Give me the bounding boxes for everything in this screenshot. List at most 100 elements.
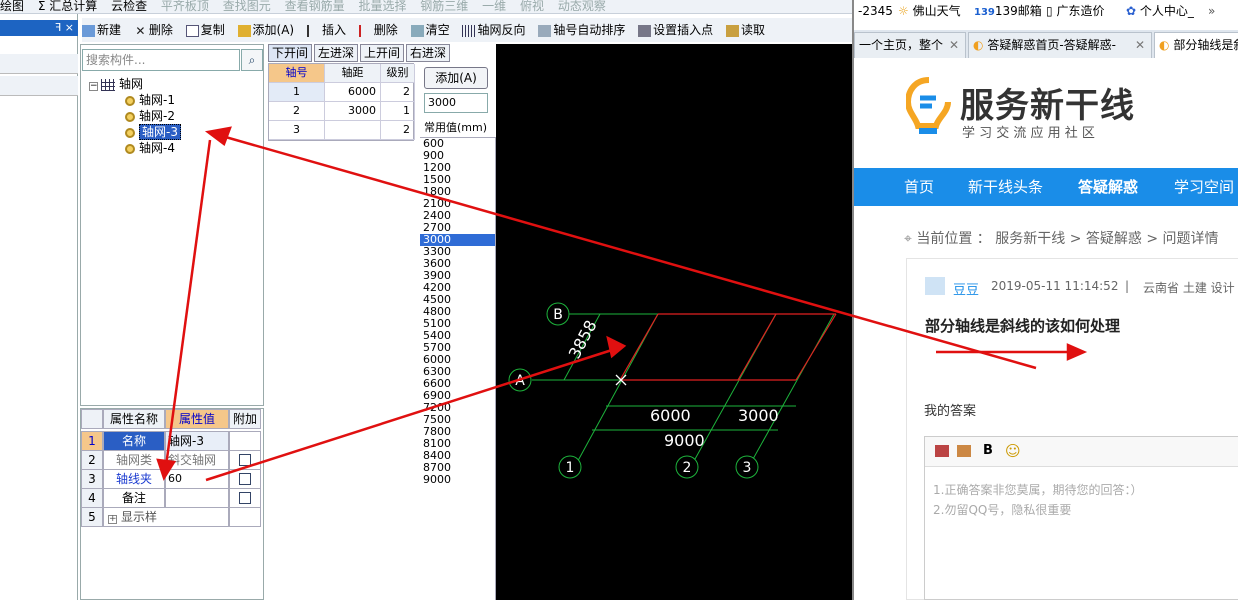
insert-icon [306, 24, 320, 37]
axis-number-cell[interactable]: 3 [269, 121, 325, 140]
add-icon [237, 24, 251, 37]
prop-value-angle[interactable]: 60 [165, 469, 229, 489]
close-icon[interactable]: ✕ [949, 33, 959, 57]
toolbar-draw[interactable]: 绘图 [0, 0, 24, 12]
toolbar-2d[interactable]: 一维 [482, 0, 506, 12]
search-icon[interactable]: ⌕ [241, 49, 263, 71]
axis-number-cell[interactable]: 2 [269, 102, 325, 121]
axis-level-cell[interactable]: 2 [381, 83, 415, 102]
tree-item[interactable]: 轴网-4 [125, 141, 175, 156]
axis-level-cell[interactable]: 1 [381, 102, 415, 121]
tree-item-selected[interactable]: 轴网-3 [125, 124, 181, 140]
toolbar-calc[interactable]: Σ 汇总计算 [38, 0, 97, 12]
copy-button[interactable]: 复制 [185, 18, 225, 42]
toolbar-rebar-3d[interactable]: 钢筋三维 [420, 0, 468, 12]
add-axis-button[interactable]: 添加(A) [237, 18, 294, 42]
new-button[interactable]: 新建 [82, 18, 121, 42]
bookmark[interactable]: ✿ 个人中心_ [1126, 0, 1194, 22]
common-value-item[interactable]: 9000 [420, 474, 495, 486]
axis-spacing-cell[interactable] [325, 121, 381, 140]
toolbar-align-top[interactable]: 平齐板顶 [161, 0, 209, 12]
tree-root[interactable]: − 轴网 [89, 77, 143, 92]
extra-checkbox[interactable] [239, 473, 251, 485]
prop-name: 名称 [103, 431, 165, 451]
dim-3000: 3000 [738, 406, 779, 425]
prop-name: 备注 [103, 488, 165, 508]
insert-button[interactable]: 插入 [306, 18, 346, 42]
component-search-input[interactable]: 搜索构件... [82, 49, 240, 71]
tab-upper-bay[interactable]: 上开间 [360, 44, 405, 62]
toolbar-top-view[interactable]: 俯视 [520, 0, 544, 12]
bookmarks-bar: -2345 ☼ 佛山天气 139139邮箱 ▯ 广东造价 ✿ 个人中心_ » [854, 0, 1238, 22]
browser-tab[interactable]: 一个主页，整个 ✕ [854, 32, 966, 58]
axis-label-a: A [515, 373, 525, 389]
nav-learning[interactable]: 学习空间 [1174, 168, 1234, 206]
axis-number-cell[interactable]: 1 [269, 83, 325, 102]
set-insert-point-button[interactable]: 设置插入点 [638, 18, 713, 42]
toolbar-batch-select[interactable]: 批量选择 [358, 0, 406, 12]
axis-line-3 [795, 313, 837, 381]
axis-grid-drawing: B A 1 2 3 3858 6000 3000 9000 [508, 302, 837, 479]
delete-axis-button[interactable]: 删除 [358, 18, 398, 42]
tree-item[interactable]: 轴网-2 [125, 109, 175, 124]
browser-window: -2345 ☼ 佛山天气 139139邮箱 ▯ 广东造价 ✿ 个人中心_ » 一… [852, 0, 1238, 600]
axis-spacing-cell[interactable]: 6000 [325, 83, 381, 102]
expand-icon[interactable]: + [108, 515, 117, 524]
left-dock-titlebar[interactable]: ꟻ × [0, 20, 78, 36]
browser-tab-active[interactable]: ◐ 部分轴线是斜 [1154, 32, 1238, 58]
toolbar-cloud-check[interactable]: 云检查 [111, 0, 147, 12]
tab-left-depth[interactable]: 左进深 [314, 44, 359, 62]
bookmark[interactable]: 139139邮箱 [974, 0, 1042, 22]
toolbar-view-rebar[interactable]: 查看钢筋量 [285, 0, 345, 12]
reverse-axis-button[interactable]: 轴网反向 [462, 18, 525, 42]
clear-button[interactable]: 清空 [410, 18, 450, 42]
cad-canvas[interactable]: B A 1 2 3 3858 6000 3000 9000 [496, 44, 852, 600]
nav-home[interactable]: 首页 [904, 168, 934, 206]
copy-icon [185, 24, 199, 37]
prop-extra [229, 431, 261, 451]
collapse-icon[interactable]: − [89, 82, 98, 91]
left-dock-row[interactable] [0, 76, 78, 96]
nav-qa[interactable]: 答疑解惑 [1078, 168, 1138, 206]
close-icon[interactable]: ✕ [1135, 33, 1145, 57]
bookmark[interactable]: ☼ 佛山天气 [898, 0, 961, 22]
post-time: 2019-05-11 11:14:52 [991, 279, 1119, 293]
left-dock-row[interactable] [0, 54, 78, 74]
props-corner [81, 409, 103, 429]
dim-6000: 6000 [650, 406, 691, 425]
bookmark[interactable]: -2345 [858, 0, 893, 22]
add-button[interactable]: 添加(A) [424, 67, 488, 89]
auto-sort-button[interactable]: 轴号自动排序 [538, 18, 625, 42]
extra-checkbox[interactable] [239, 454, 251, 466]
extra-checkbox[interactable] [239, 492, 251, 504]
prop-value-note[interactable] [165, 488, 229, 508]
prop-value-name[interactable]: 轴网-3 [165, 431, 229, 451]
delete-button[interactable]: ✕ 删除 [134, 18, 173, 42]
browser-tab[interactable]: ◐ 答疑解惑首页-答疑解惑- ✕ [968, 32, 1152, 58]
prop-display-group[interactable]: + 显示样 [103, 507, 229, 527]
more-chevron-icon[interactable]: » [1208, 0, 1215, 22]
toolbar-find[interactable]: 查找图元 [223, 0, 271, 12]
axis-level-cell[interactable]: 2 [381, 121, 415, 140]
toolbar-orbit[interactable]: 动态观察 [558, 0, 606, 12]
axis-spacing-cell[interactable]: 3000 [325, 102, 381, 121]
row-number: 3 [81, 469, 103, 489]
read-button[interactable]: 读取 [726, 18, 765, 42]
tab-lower-bay[interactable]: 下开间 [268, 44, 313, 62]
prop-value-type[interactable]: 斜交轴网 [165, 450, 229, 470]
tab-right-depth[interactable]: 右进深 [406, 44, 451, 62]
bold-icon[interactable]: B [983, 443, 993, 458]
axis-label-b: B [553, 307, 563, 323]
dim-3858: 3858 [565, 317, 601, 362]
picture-icon[interactable] [957, 445, 971, 457]
bookmark[interactable]: ▯ 广东造价 [1046, 0, 1104, 22]
my-answer-heading: 我的答案 [924, 404, 977, 419]
tree-item[interactable]: 轴网-1 [125, 93, 175, 108]
emoji-icon[interactable]: ☺ [1005, 442, 1021, 460]
answer-editor[interactable]: B ☺ 1.正确答案非您莫属，期待您的回答：） 2.勿留QQ号，隐私很重要 [924, 436, 1238, 600]
spacing-input[interactable]: 3000 [424, 93, 488, 113]
image-icon[interactable] [935, 445, 949, 457]
new-icon [82, 24, 95, 37]
post-username[interactable]: 豆豆 [953, 279, 979, 298]
nav-headlines[interactable]: 新干线头条 [968, 168, 1043, 206]
